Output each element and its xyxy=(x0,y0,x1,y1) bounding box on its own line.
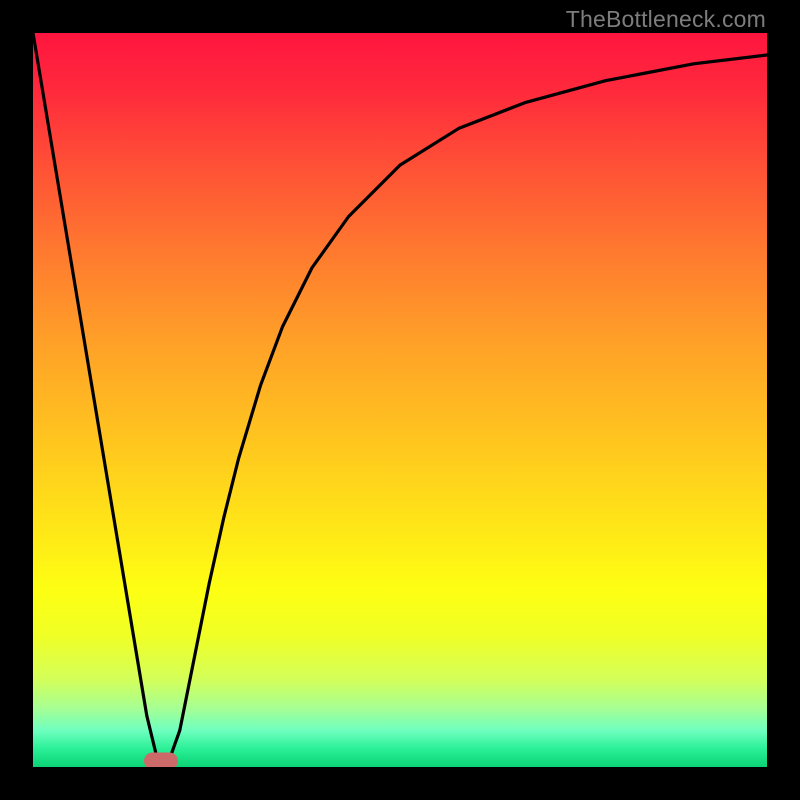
minimum-marker xyxy=(144,753,178,767)
watermark-text: TheBottleneck.com xyxy=(566,6,766,33)
bottleneck-curve xyxy=(33,33,767,767)
chart-frame: TheBottleneck.com xyxy=(0,0,800,800)
plot-area xyxy=(33,33,767,767)
